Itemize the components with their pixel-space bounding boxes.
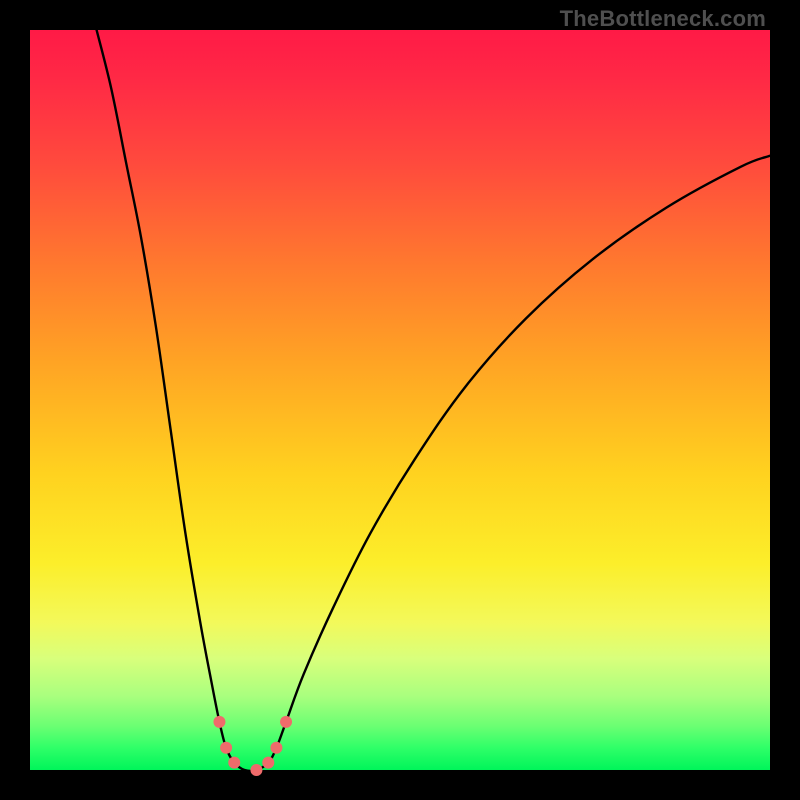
chart-svg (30, 30, 770, 770)
curve-marker (280, 716, 292, 728)
curve-marker (250, 764, 262, 776)
bottleneck-curve (97, 30, 770, 771)
chart-frame (30, 30, 770, 770)
curve-group (97, 30, 770, 771)
curve-marker (228, 757, 240, 769)
marker-group (213, 716, 292, 776)
attribution-label: TheBottleneck.com (560, 6, 766, 32)
curve-marker (262, 757, 274, 769)
curve-marker (213, 716, 225, 728)
curve-marker (220, 742, 232, 754)
curve-marker (270, 742, 282, 754)
